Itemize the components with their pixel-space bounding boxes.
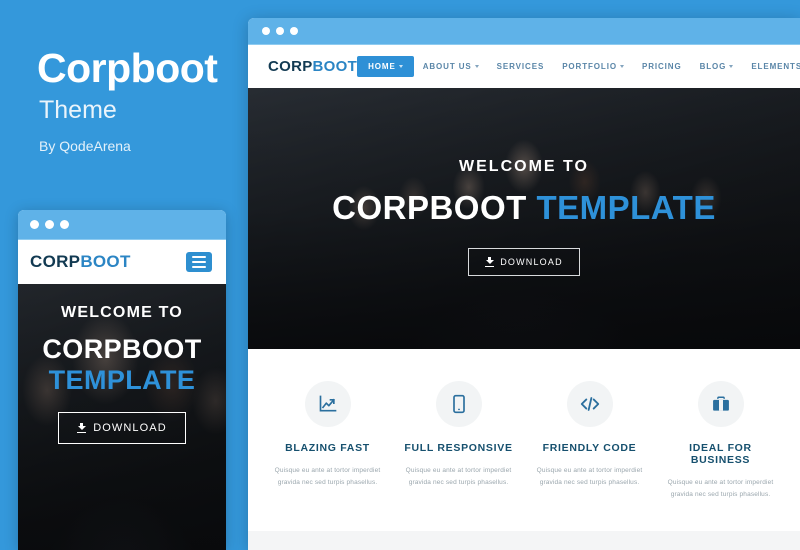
features-footer-band bbox=[248, 531, 800, 550]
feature-card-blazing-fast: BLAZING FAST Quisque eu ante at tortor i… bbox=[262, 381, 393, 501]
hamburger-bar bbox=[192, 256, 206, 258]
mobile-download-button[interactable]: DOWNLOAD bbox=[58, 412, 186, 445]
hero-title-white: CORPBOOT bbox=[332, 189, 527, 226]
hero-download-label: DOWNLOAD bbox=[500, 257, 563, 268]
download-icon bbox=[77, 423, 87, 434]
desktop-hero-section: WELCOME TO CORPBOOT TEMPLATE DOWNLOAD bbox=[248, 88, 800, 349]
nav-label: ELEMENTS bbox=[751, 62, 800, 71]
nav-item-pricing[interactable]: PRICING bbox=[633, 56, 691, 77]
logo-text-corp: CORP bbox=[30, 252, 81, 271]
window-dot-icon bbox=[30, 220, 39, 229]
logo-text-boot: BOOT bbox=[312, 58, 358, 75]
desktop-logo[interactable]: CORPBOOT bbox=[268, 58, 357, 75]
feature-text: Quisque eu ante at tortor imperdiet grav… bbox=[536, 467, 643, 487]
feature-card-full-responsive: FULL RESPONSIVE Quisque eu ante at torto… bbox=[393, 381, 524, 501]
nav-item-blog[interactable]: BLOG bbox=[691, 56, 743, 77]
tablet-device-icon bbox=[435, 381, 482, 427]
mobile-hero-welcome: WELCOME TO bbox=[61, 304, 183, 321]
feature-card-friendly-code: FRIENDLY CODE Quisque eu ante at tortor … bbox=[524, 381, 655, 501]
nav-label: PRICING bbox=[641, 62, 682, 71]
desktop-site-header: CORPBOOT HOME ABOUT US SERVICES PORTFOLI… bbox=[248, 45, 800, 88]
feature-title: FRIENDLY CODE bbox=[542, 442, 637, 454]
window-dot-icon bbox=[276, 27, 284, 35]
mobile-hero-section: WELCOME TO CORPBOOT TEMPLATE DOWNLOAD bbox=[18, 284, 226, 550]
nav-item-about-us[interactable]: ABOUT US bbox=[414, 56, 488, 77]
window-dot-icon bbox=[45, 220, 54, 229]
nav-item-elements[interactable]: ELEMENTS bbox=[742, 56, 800, 77]
hamburger-bar bbox=[192, 266, 206, 268]
main-navigation: HOME ABOUT US SERVICES PORTFOLIO PRICING… bbox=[357, 56, 800, 77]
mobile-download-label: DOWNLOAD bbox=[93, 422, 167, 435]
chevron-down-icon bbox=[474, 65, 479, 68]
mobile-browser-chrome bbox=[18, 210, 226, 240]
nav-label: HOME bbox=[368, 62, 396, 71]
chart-line-up-icon bbox=[304, 381, 351, 427]
nav-item-services[interactable]: SERVICES bbox=[488, 56, 554, 77]
feature-title: FULL RESPONSIVE bbox=[404, 442, 513, 454]
feature-title: BLAZING FAST bbox=[285, 442, 370, 454]
feature-text: Quisque eu ante at tortor imperdiet grav… bbox=[405, 467, 512, 487]
nav-label: SERVICES bbox=[496, 62, 545, 71]
briefcase-icon bbox=[697, 381, 744, 427]
window-dot-icon bbox=[290, 27, 298, 35]
nav-label: ABOUT US bbox=[422, 62, 472, 71]
hero-welcome-text: WELCOME TO bbox=[459, 158, 589, 175]
hero-title-blue: TEMPLATE bbox=[536, 189, 716, 226]
promo-title: Corpboot bbox=[37, 45, 218, 91]
download-icon bbox=[485, 257, 495, 268]
nav-item-home[interactable]: HOME bbox=[357, 56, 414, 77]
mobile-mockup: CORPBOOT WELCOME TO CORPBOOT TEMPLATE DO… bbox=[18, 210, 226, 550]
logo-text-boot: BOOT bbox=[80, 252, 131, 271]
promo-subtitle: Theme bbox=[39, 96, 117, 124]
logo-text-corp: CORP bbox=[268, 58, 313, 75]
mobile-hero-title-blue: TEMPLATE bbox=[48, 365, 196, 396]
feature-text: Quisque eu ante at tortor imperdiet grav… bbox=[274, 467, 381, 487]
feature-title: IDEAL FOR BUSINESS bbox=[689, 442, 752, 466]
feature-text: Quisque eu ante at tortor imperdiet grav… bbox=[667, 479, 774, 499]
window-dot-icon bbox=[262, 27, 270, 35]
hero-download-button[interactable]: DOWNLOAD bbox=[468, 248, 580, 277]
chevron-down-icon bbox=[398, 65, 403, 68]
chevron-down-icon bbox=[619, 65, 624, 68]
hero-title: CORPBOOT TEMPLATE bbox=[248, 189, 800, 226]
hamburger-bar bbox=[192, 261, 206, 263]
mobile-site-header: CORPBOOT bbox=[18, 240, 226, 284]
chevron-down-icon bbox=[729, 65, 734, 68]
nav-item-portfolio[interactable]: PORTFOLIO bbox=[553, 56, 633, 77]
nav-label: BLOG bbox=[699, 62, 727, 71]
desktop-mockup: CORPBOOT HOME ABOUT US SERVICES PORTFOLI… bbox=[248, 18, 800, 550]
hamburger-menu-icon[interactable] bbox=[186, 252, 212, 272]
mobile-hero-title-white: CORPBOOT bbox=[42, 334, 202, 364]
features-section: BLAZING FAST Quisque eu ante at tortor i… bbox=[248, 349, 800, 532]
code-brackets-icon bbox=[566, 381, 613, 427]
desktop-browser-chrome bbox=[248, 18, 800, 45]
promo-author: By QodeArena bbox=[39, 138, 131, 154]
window-dot-icon bbox=[60, 220, 69, 229]
mobile-logo[interactable]: CORPBOOT bbox=[30, 252, 131, 272]
nav-label: PORTFOLIO bbox=[562, 62, 617, 71]
feature-card-ideal-for-business: IDEAL FOR BUSINESS Quisque eu ante at to… bbox=[655, 381, 786, 501]
